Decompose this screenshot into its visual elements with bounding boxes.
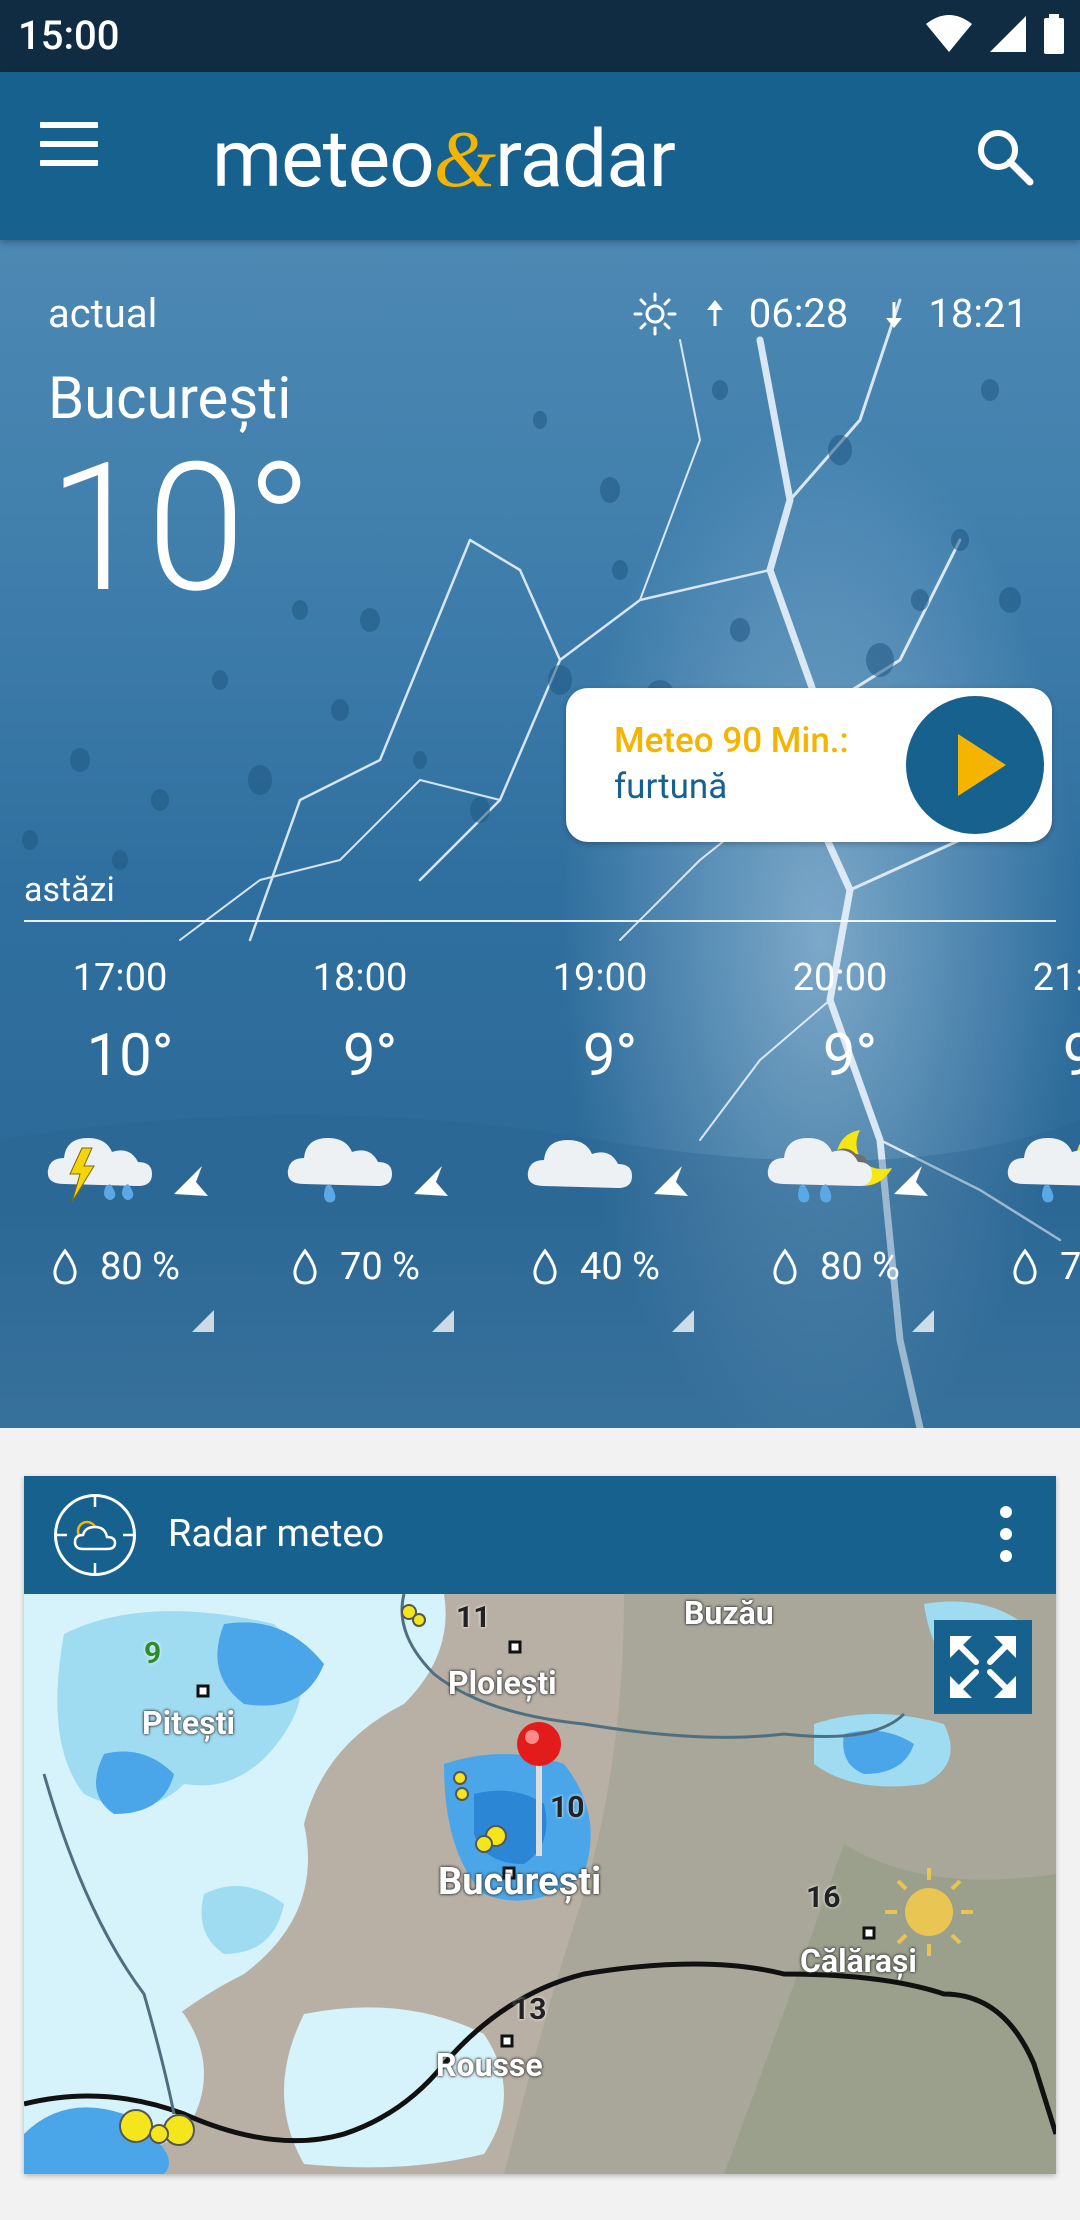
hour-time: 20:00	[792, 956, 888, 1000]
radar-card[interactable]: Radar meteo Buzău Pitești Ploiești Bucur…	[24, 1476, 1056, 2174]
current-label: actual	[48, 290, 158, 337]
map-label-bucuresti: București	[438, 1860, 602, 1904]
raindrop-icon	[293, 1248, 317, 1285]
map-label-buzau: Buzău	[684, 1594, 774, 1632]
hour-temp: 9°	[1062, 1022, 1080, 1090]
radar-card-title: Radar meteo	[168, 1512, 385, 1556]
play-button[interactable]	[902, 692, 1048, 838]
wind-arrow-icon	[414, 1166, 448, 1196]
night-rain-icon	[1007, 1138, 1080, 1203]
more-vert-icon	[1000, 1506, 1012, 1518]
hour-item[interactable]: 18:00 9° 70 %	[240, 930, 480, 1332]
raindrop-icon	[533, 1248, 557, 1285]
fullscreen-icon	[950, 1636, 1016, 1698]
sunrise-time: 06:28	[748, 290, 849, 337]
expand-corner-icon	[432, 1310, 454, 1332]
wifi-icon	[926, 15, 972, 52]
radar-icon	[54, 1494, 136, 1576]
battery-icon	[1044, 14, 1064, 54]
map-temp: 13	[512, 1992, 547, 2027]
expand-corner-icon	[192, 1310, 214, 1332]
fullscreen-button[interactable]	[934, 1620, 1032, 1714]
rain-chance: 40 %	[532, 1245, 660, 1289]
app-bar: meteo&radar	[0, 72, 1080, 240]
sun-icon	[633, 292, 677, 335]
rain-chance: 80 %	[52, 1245, 180, 1289]
status-icons	[924, 14, 1066, 54]
radar-card-header: Radar meteo	[24, 1476, 1056, 1594]
more-options-button[interactable]	[996, 1506, 1016, 1566]
hour-item[interactable]: 19:00 9° 40 %	[480, 930, 720, 1332]
city-name: București	[48, 365, 292, 433]
rain-chance: 70 %	[1012, 1245, 1080, 1289]
today-label: astăzi	[24, 870, 115, 910]
wind-arrow-icon	[174, 1166, 208, 1196]
expand-corner-icon	[912, 1310, 934, 1332]
map-temp: 16	[806, 1880, 841, 1915]
raindrop-icon	[1013, 1248, 1037, 1285]
wind-arrow-icon	[654, 1166, 688, 1196]
rain-chance: 70 %	[292, 1245, 420, 1289]
menu-button[interactable]	[40, 122, 124, 190]
hourly-forecast[interactable]: 17:00 10° 80 % 18:00 9° 70 % 19:00 9° 40…	[0, 930, 1080, 1428]
map-label-rousse: Rousse	[436, 2046, 543, 2084]
sunset-time: 18:21	[928, 290, 1028, 337]
hour-time: 19:00	[552, 956, 648, 1000]
play-icon	[958, 734, 1006, 796]
signal-icon	[990, 16, 1026, 52]
rain-chance: 80 %	[772, 1245, 900, 1289]
hour-time: 21:00	[1032, 956, 1080, 1000]
map-temp: 9	[144, 1636, 162, 1671]
hour-temp: 9°	[582, 1022, 638, 1090]
meteo-90-title: Meteo 90 Min.:	[614, 720, 849, 761]
search-icon[interactable]	[970, 122, 1040, 192]
map-label-calarasi: Călărași	[800, 1942, 917, 1980]
meteo-90-subtitle: furtună	[614, 766, 728, 807]
map-temp: 10	[550, 1790, 585, 1825]
current-weather-panel: actual 06:28 18:21 București 10° Meteo 9…	[0, 240, 1080, 1428]
menu-icon	[40, 122, 98, 128]
hour-item[interactable]: 21:00 9° 70 %	[960, 930, 1080, 1330]
sunrise-arrow-icon	[706, 299, 723, 326]
radar-map[interactable]: Buzău Pitești Ploiești București Călăraș…	[24, 1594, 1056, 2174]
map-temp: 11	[456, 1600, 491, 1635]
sun-times: 06:28 18:21	[633, 290, 1028, 337]
raindrop-icon	[53, 1248, 77, 1285]
hour-temp: 10°	[86, 1022, 174, 1090]
map-label-ploiesti: Ploiești	[448, 1664, 557, 1702]
status-bar: 15:00	[0, 0, 1080, 72]
expand-corner-icon	[672, 1310, 694, 1332]
sunset-arrow-icon	[886, 301, 903, 328]
today-divider	[24, 920, 1056, 922]
hour-time: 17:00	[72, 956, 168, 1000]
map-label-pitesti: Pitești	[142, 1704, 235, 1742]
hour-item[interactable]: 17:00 10° 80 %	[0, 930, 240, 1332]
hour-temp: 9°	[822, 1022, 878, 1090]
hour-time: 18:00	[312, 956, 408, 1000]
app-logo: meteo&radar	[212, 112, 676, 206]
current-temperature: 10°	[48, 425, 313, 633]
raindrop-icon	[773, 1248, 797, 1285]
status-time: 15:00	[18, 12, 120, 59]
hour-temp: 9°	[342, 1022, 398, 1090]
meteo-90-card[interactable]: Meteo 90 Min.: furtună	[566, 688, 1052, 842]
wind-arrow-icon	[894, 1166, 928, 1196]
hour-item[interactable]: 20:00 9° 80 %	[720, 930, 960, 1332]
